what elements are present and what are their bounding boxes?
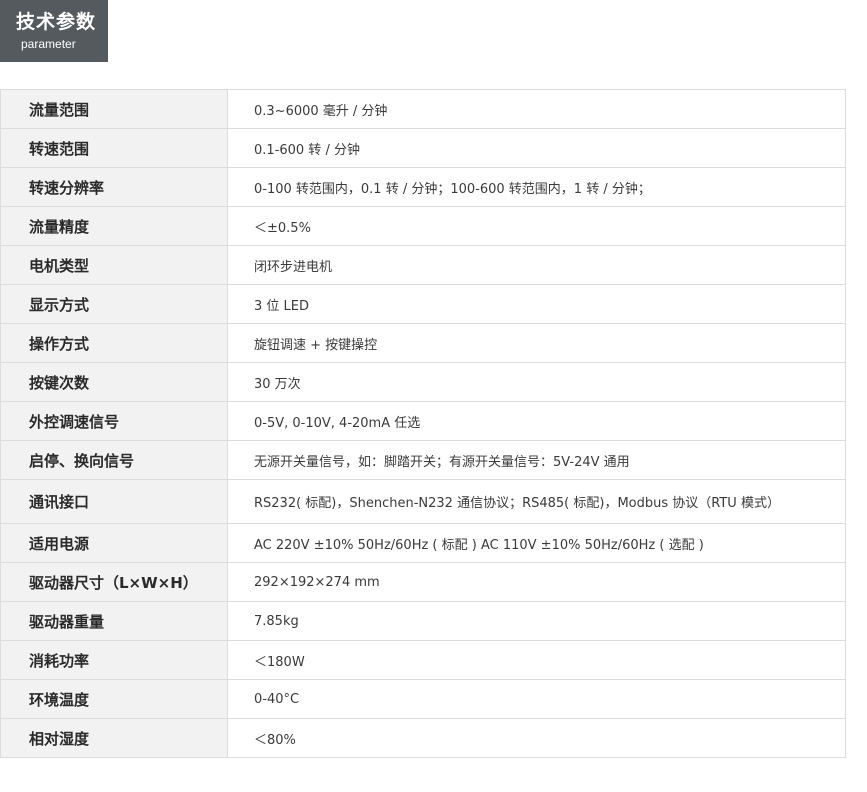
param-value: 30 万次 [227, 362, 846, 402]
table-row: 按键次数 30 万次 [0, 362, 846, 402]
table-row: 流量精度 ＜±0.5% [0, 206, 846, 246]
table-row: 外控调速信号 0-5V, 0-10V, 4-20mA 任选 [0, 401, 846, 441]
param-value: 旋钮调速 + 按键操控 [227, 323, 846, 363]
table-row: 通讯接口 RS232( 标配)，Shenchen-N232 通信协议；RS485… [0, 479, 846, 524]
table-row: 启停、换向信号 无源开关量信号，如：脚踏开关；有源开关量信号：5V-24V 通用 [0, 440, 846, 480]
section-header: 技术参数 parameter [0, 0, 108, 62]
param-label: 驱动器重量 [0, 601, 228, 641]
table-row: 转速分辨率 0-100 转范围内，0.1 转 / 分钟；100-600 转范围内… [0, 167, 846, 207]
param-label: 启停、换向信号 [0, 440, 228, 480]
table-row: 环境温度 0-40°C [0, 679, 846, 719]
param-label: 相对湿度 [0, 718, 228, 758]
param-value: ＜80% [227, 718, 846, 758]
param-value: 292×192×274 mm [227, 562, 846, 602]
param-label: 转速分辨率 [0, 167, 228, 207]
table-row: 相对湿度 ＜80% [0, 718, 846, 758]
table-row: 操作方式 旋钮调速 + 按键操控 [0, 323, 846, 363]
param-label: 外控调速信号 [0, 401, 228, 441]
param-label: 显示方式 [0, 284, 228, 324]
param-label: 消耗功率 [0, 640, 228, 680]
param-label: 环境温度 [0, 679, 228, 719]
table-row: 适用电源 AC 220V ±10% 50Hz/60Hz ( 标配 ) AC 11… [0, 523, 846, 563]
param-label: 按键次数 [0, 362, 228, 402]
section-subtitle: parameter [21, 37, 76, 51]
table-row: 驱动器重量 7.85kg [0, 601, 846, 641]
param-value: AC 220V ±10% 50Hz/60Hz ( 标配 ) AC 110V ±1… [227, 523, 846, 563]
param-value: 0-5V, 0-10V, 4-20mA 任选 [227, 401, 846, 441]
table-row: 消耗功率 ＜180W [0, 640, 846, 680]
parameter-table: 流量范围 0.3~6000 毫升 / 分钟 转速范围 0.1-600 转 / 分… [0, 89, 846, 758]
param-label: 流量精度 [0, 206, 228, 246]
param-value: 闭环步进电机 [227, 245, 846, 285]
param-label: 驱动器尺寸（L×W×H） [0, 562, 228, 602]
param-value: RS232( 标配)，Shenchen-N232 通信协议；RS485( 标配)… [227, 479, 846, 524]
table-row: 流量范围 0.3~6000 毫升 / 分钟 [0, 89, 846, 129]
table-row: 电机类型 闭环步进电机 [0, 245, 846, 285]
table-row: 显示方式 3 位 LED [0, 284, 846, 324]
table-row: 驱动器尺寸（L×W×H） 292×192×274 mm [0, 562, 846, 602]
param-value: 7.85kg [227, 601, 846, 641]
param-label: 电机类型 [0, 245, 228, 285]
param-label: 适用电源 [0, 523, 228, 563]
param-value: ＜180W [227, 640, 846, 680]
section-title: 技术参数 [16, 11, 97, 33]
param-value: 0-40°C [227, 679, 846, 719]
param-value: 无源开关量信号，如：脚踏开关；有源开关量信号：5V-24V 通用 [227, 440, 846, 480]
param-value: 0.3~6000 毫升 / 分钟 [227, 89, 846, 129]
param-label: 操作方式 [0, 323, 228, 363]
param-value: 3 位 LED [227, 284, 846, 324]
param-label: 通讯接口 [0, 479, 228, 524]
param-value: 0.1-600 转 / 分钟 [227, 128, 846, 168]
param-value: ＜±0.5% [227, 206, 846, 246]
param-label: 流量范围 [0, 89, 228, 129]
param-value: 0-100 转范围内，0.1 转 / 分钟；100-600 转范围内，1 转 /… [227, 167, 846, 207]
param-label: 转速范围 [0, 128, 228, 168]
table-row: 转速范围 0.1-600 转 / 分钟 [0, 128, 846, 168]
